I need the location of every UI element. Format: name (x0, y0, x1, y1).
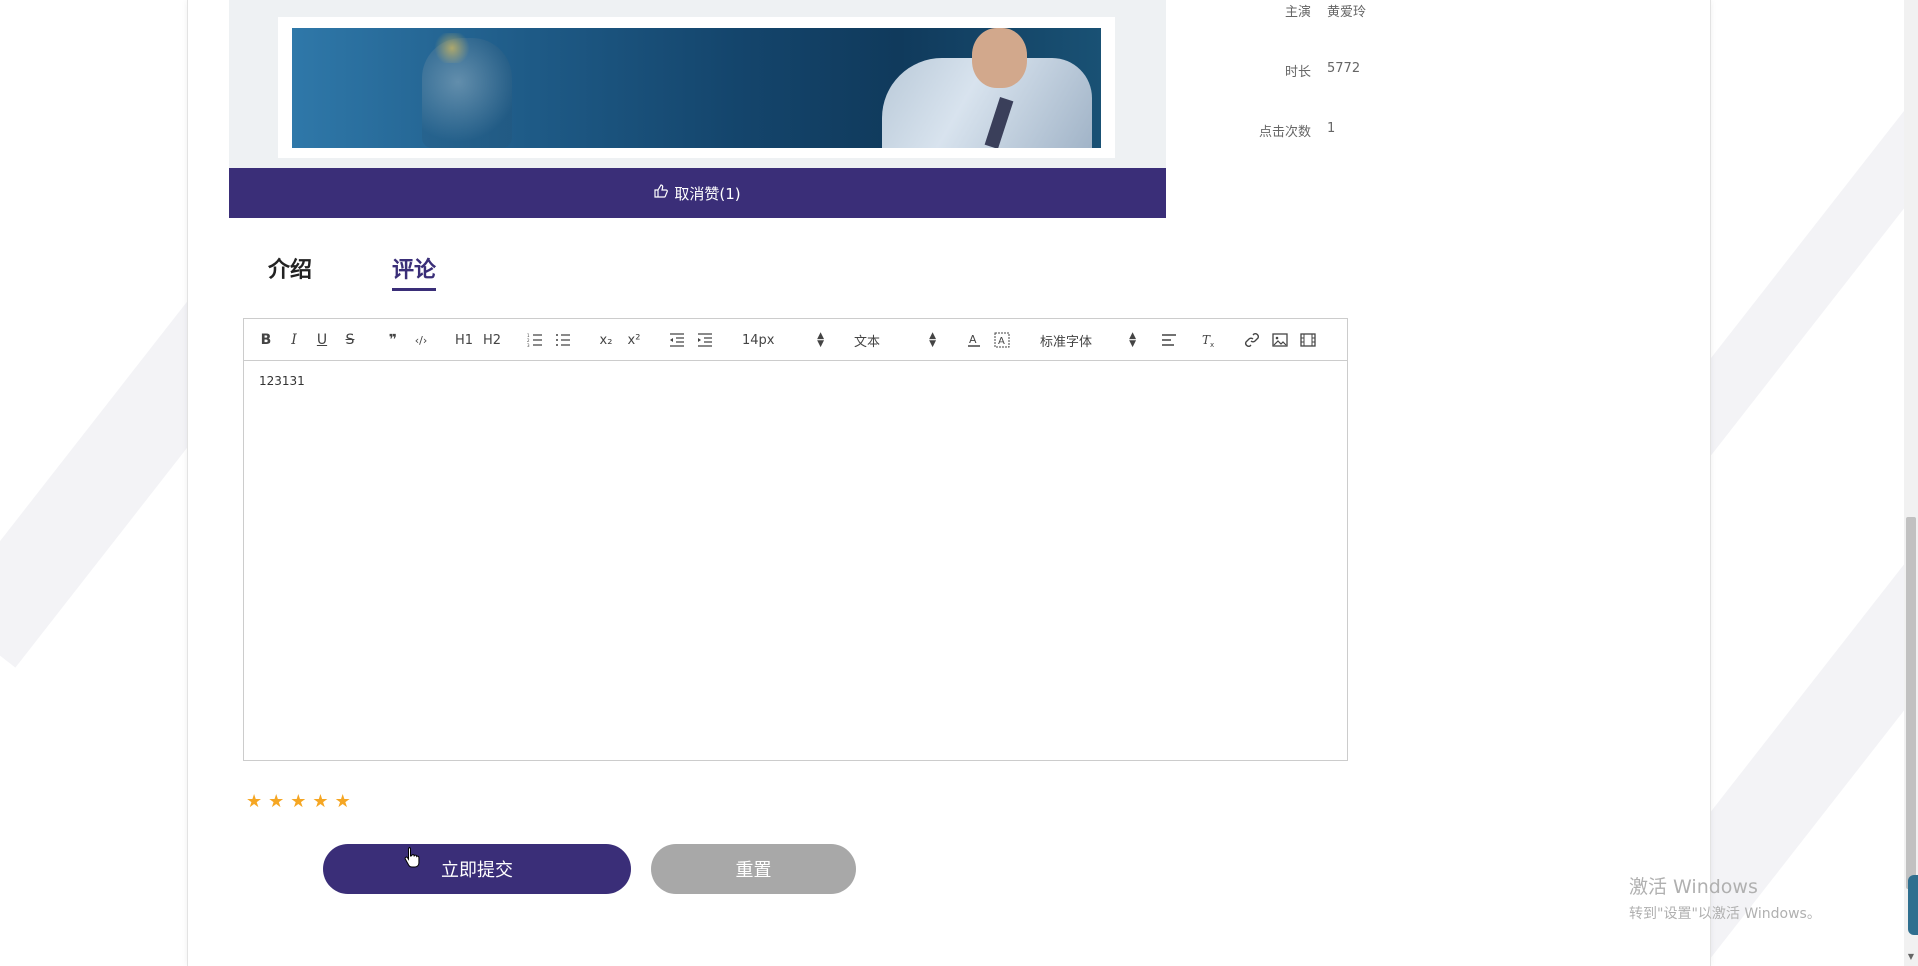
align-icon[interactable] (1159, 329, 1179, 351)
editor-content-area[interactable]: 123131 (244, 361, 1347, 401)
font-family-value: 标准字体 (1040, 334, 1093, 350)
subscript-button[interactable]: x₂ (596, 329, 616, 351)
star-icon[interactable]: ★ (335, 792, 351, 812)
blockquote-button[interactable]: ❞ (383, 329, 403, 351)
video-icon[interactable] (1298, 329, 1318, 351)
code-block-button[interactable]: ‹/› (411, 329, 431, 351)
unlike-button[interactable]: 取消赞(1) (229, 168, 1166, 218)
active-tab-underline (392, 288, 437, 291)
tab-comment[interactable]: 评论 (392, 252, 437, 291)
info-value: 5772 (1327, 61, 1361, 76)
video-scene-head (972, 28, 1027, 88)
header-1-button[interactable]: H1 (454, 329, 474, 351)
scroll-down-arrow-icon[interactable]: ▼ (1906, 952, 1916, 962)
image-icon[interactable] (1270, 329, 1290, 351)
tab-intro[interactable]: 介绍 (268, 252, 312, 284)
header-select[interactable]: 文本 ▲ ▼ (854, 329, 936, 351)
select-arrows-icon: ▲ ▼ (1129, 331, 1136, 349)
hand-cursor-icon (404, 846, 420, 872)
outdent-icon[interactable] (667, 329, 687, 351)
info-value: 黄爱玲 (1327, 5, 1367, 20)
page-scrollbar[interactable]: ▼ (1904, 0, 1918, 966)
info-label: 点击次数 (1258, 125, 1311, 140)
underline-button[interactable]: U (312, 329, 332, 351)
star-icon[interactable]: ★ (246, 792, 262, 812)
editor-toolbar: B I U S ❞ ‹/› H1 H2 123 x₂ x² 14px ▲ ▼ 文本… (244, 319, 1347, 361)
comment-editor: B I U S ❞ ‹/› H1 H2 123 x₂ x² 14px ▲ ▼ 文本… (243, 318, 1348, 761)
text-color-icon[interactable]: A (964, 329, 984, 351)
thumbs-up-icon (654, 184, 669, 202)
ordered-list-icon[interactable]: 123 (525, 329, 545, 351)
info-label: 时长 (1284, 65, 1311, 80)
svg-text:x: x (1210, 341, 1214, 348)
font-size-value: 14px (742, 332, 775, 348)
select-arrows-icon: ▲ ▼ (929, 331, 936, 349)
font-family-select[interactable]: 标准字体 ▲ ▼ (1040, 329, 1136, 351)
windows-activation-watermark: 激活 Windows 转到"设置"以激活 Windows。 (1629, 872, 1821, 923)
font-size-select[interactable]: 14px ▲ ▼ (742, 329, 824, 351)
info-value: 1 (1327, 121, 1336, 136)
svg-text:A: A (998, 336, 1005, 347)
indent-icon[interactable] (695, 329, 715, 351)
bold-button[interactable]: B (256, 329, 276, 351)
svg-text:3: 3 (527, 343, 530, 347)
side-floating-widget[interactable] (1908, 875, 1918, 935)
star-icon[interactable]: ★ (312, 792, 328, 812)
select-arrows-icon: ▲ ▼ (817, 331, 824, 349)
bullet-list-icon[interactable] (553, 329, 573, 351)
link-icon[interactable] (1242, 329, 1262, 351)
video-scene-light (432, 33, 472, 63)
reset-button[interactable]: 重置 (651, 844, 856, 894)
editor-content-text: 123131 (259, 374, 305, 388)
strike-button[interactable]: S (340, 329, 360, 351)
video-thumbnail[interactable] (292, 28, 1101, 148)
superscript-button[interactable]: x² (624, 329, 644, 351)
italic-button[interactable]: I (284, 329, 304, 351)
star-rating[interactable]: ★ ★ ★ ★ ★ (246, 792, 351, 812)
background-color-icon[interactable]: A (992, 329, 1012, 351)
unlike-label: 取消赞(1) (674, 184, 741, 203)
svg-text:A: A (969, 333, 977, 346)
watermark-subtitle: 转到"设置"以激活 Windows。 (1629, 906, 1821, 922)
info-label: 主演 (1284, 5, 1311, 20)
scrollbar-thumb[interactable] (1906, 517, 1916, 889)
submit-button[interactable]: 立即提交 (323, 844, 631, 894)
header-value: 文本 (854, 334, 881, 350)
star-icon[interactable]: ★ (268, 792, 284, 812)
clear-format-icon[interactable]: Tx (1199, 329, 1219, 351)
watermark-title: 激活 Windows (1629, 876, 1758, 898)
star-icon[interactable]: ★ (290, 792, 306, 812)
header-2-button[interactable]: H2 (482, 329, 502, 351)
